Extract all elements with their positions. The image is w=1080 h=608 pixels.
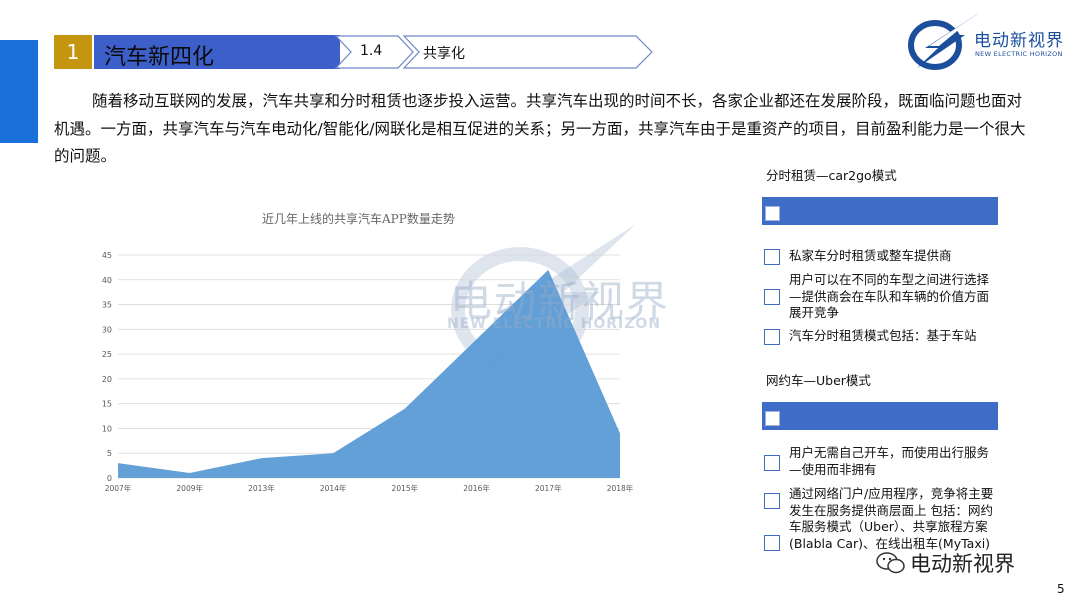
wechat-icon bbox=[876, 552, 905, 574]
panel-item: 汽车分时租赁模式包括：基于车站 bbox=[789, 328, 977, 343]
page-number: 5 bbox=[1057, 582, 1065, 596]
y-tick-label: 45 bbox=[102, 251, 112, 260]
panel-section1-bar bbox=[762, 197, 998, 225]
panel-section2-bar bbox=[762, 402, 998, 430]
section-title-bar: 汽车新四化 bbox=[94, 35, 340, 70]
subsection-chevrons bbox=[334, 35, 653, 69]
y-tick-label: 30 bbox=[102, 325, 112, 334]
checkbox[interactable] bbox=[764, 535, 780, 551]
checkbox[interactable] bbox=[764, 249, 780, 265]
x-tick-label: 2014年 bbox=[320, 483, 347, 493]
x-tick-label: 2013年 bbox=[248, 483, 275, 493]
intro-paragraph: 随着移动互联网的发展，汽车共享和分时租赁也逐步投入运营。共享汽车出现的时间不长，… bbox=[54, 92, 1026, 165]
y-tick-label: 25 bbox=[102, 350, 112, 359]
checkbox[interactable] bbox=[765, 411, 780, 426]
section-number: 1 bbox=[54, 35, 92, 69]
panel-section1-title: 分时租赁—car2go模式 bbox=[766, 168, 897, 183]
checkbox[interactable] bbox=[764, 329, 780, 345]
panel-item: 通过网络门户/应用程序，竞争将主要发生在服务提供商层面上 包括：网约车服务模式（… bbox=[789, 486, 994, 551]
left-accent-bar bbox=[0, 40, 38, 143]
x-tick-label: 2009年 bbox=[176, 483, 203, 493]
panel-item: 用户无需自己开车，而使用出行服务—使用而非拥有 bbox=[789, 445, 990, 477]
y-tick-label: 0 bbox=[107, 474, 112, 483]
x-tick-label: 2007年 bbox=[105, 483, 132, 493]
panel-section2-title: 网约车—Uber模式 bbox=[766, 373, 871, 388]
logo-icon bbox=[908, 13, 979, 70]
x-tick-label: 2015年 bbox=[392, 483, 419, 493]
subsection-title: 共享化 bbox=[423, 46, 465, 62]
x-tick-label: 2017年 bbox=[535, 483, 562, 493]
y-tick-label: 5 bbox=[107, 449, 112, 458]
y-tick-label: 35 bbox=[102, 301, 112, 310]
checkbox[interactable] bbox=[764, 455, 780, 471]
watermark-text-en: NEW ELECTRIC HORIZON bbox=[447, 316, 661, 332]
y-tick-label: 15 bbox=[102, 400, 112, 409]
logo-name-en: NEW ELECTRIC HORIZON bbox=[975, 50, 1063, 58]
footer-brand: 电动新视界 bbox=[910, 552, 1015, 576]
panel-item: 用户可以在不同的车型之间进行选择—提供商会在车队和车辆的价值方面展开竞争 bbox=[789, 272, 990, 320]
y-tick-label: 20 bbox=[102, 375, 112, 384]
chart-title: 近几年上线的共享汽车APP数量走势 bbox=[262, 212, 455, 226]
subsection-number: 1.4 bbox=[360, 43, 383, 59]
checkbox[interactable] bbox=[764, 493, 780, 509]
checkbox[interactable] bbox=[765, 206, 780, 221]
section-title: 汽车新四化 bbox=[104, 45, 215, 70]
x-tick-label: 2018年 bbox=[607, 483, 634, 493]
checkbox[interactable] bbox=[764, 289, 780, 305]
y-tick-label: 40 bbox=[102, 276, 112, 285]
x-tick-label: 2016年 bbox=[463, 483, 490, 493]
logo-name-cn: 电动新视界 bbox=[974, 31, 1064, 51]
y-tick-label: 10 bbox=[102, 424, 112, 433]
panel-item: 私家车分时租赁或整车提供商 bbox=[789, 248, 952, 263]
